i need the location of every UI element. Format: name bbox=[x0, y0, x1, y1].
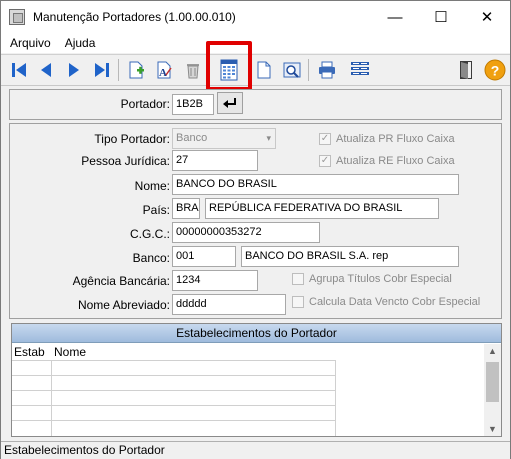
svg-text:?: ? bbox=[491, 63, 500, 79]
window-title: Manutenção Portadores (1.00.00.010) bbox=[33, 10, 236, 24]
tipo-portador-value: Banco bbox=[176, 132, 208, 144]
list-icon bbox=[351, 62, 369, 75]
vertical-scrollbar[interactable]: ▲ ▼ bbox=[484, 344, 501, 436]
title-bar: Manutenção Portadores (1.00.00.010) — ☐ … bbox=[1, 1, 510, 33]
banco-label: Banco: bbox=[132, 251, 170, 265]
toolbar-separator bbox=[308, 59, 309, 81]
exit-button[interactable] bbox=[454, 58, 478, 82]
grid-title: Estabelecimentos do Portador bbox=[12, 324, 501, 343]
calcula-checkbox[interactable]: Calcula Data Vencto Cobr Especial bbox=[292, 296, 480, 308]
nome-abreviado-field[interactable]: ddddd bbox=[172, 294, 286, 315]
scroll-up-icon[interactable]: ▲ bbox=[484, 344, 501, 359]
column-header-nome[interactable]: Nome bbox=[54, 345, 86, 359]
new-document-icon bbox=[129, 61, 144, 79]
banco-code-field[interactable]: 001 bbox=[172, 246, 236, 267]
enter-arrow-icon bbox=[223, 98, 236, 108]
banco-name-field[interactable]: BANCO DO BRASIL S.A. rep bbox=[241, 246, 459, 267]
agencia-field[interactable]: 1234 bbox=[172, 270, 258, 291]
calcula-label: Calcula Data Vencto Cobr Especial bbox=[309, 296, 481, 308]
atualiza-pr-checkbox[interactable]: ✓ Atualiza PR Fluxo Caixa bbox=[319, 133, 455, 145]
calendar-grid-button[interactable] bbox=[217, 58, 241, 82]
tipo-portador-label: Tipo Portador: bbox=[94, 132, 170, 146]
last-record-icon bbox=[95, 63, 109, 77]
last-record-button[interactable] bbox=[90, 58, 114, 82]
scroll-down-icon[interactable]: ▼ bbox=[484, 422, 501, 436]
pessoa-juridica-label: Pessoa Jurídica: bbox=[81, 154, 170, 168]
table-row[interactable] bbox=[12, 375, 335, 390]
agrupa-label: Agrupa Títulos Cobr Especial bbox=[309, 273, 452, 285]
main-window: Manutenção Portadores (1.00.00.010) — ☐ … bbox=[0, 0, 511, 459]
close-button[interactable]: ✕ bbox=[464, 1, 510, 33]
toolbar: A ? bbox=[1, 54, 510, 86]
pessoa-juridica-field[interactable]: 27 bbox=[172, 150, 258, 171]
chevron-down-icon: ▾ bbox=[266, 133, 271, 143]
portador-panel: Portador: 1B2B bbox=[9, 89, 502, 120]
table-row[interactable] bbox=[12, 405, 335, 420]
edit-text-icon: A bbox=[157, 61, 172, 79]
calendar-grid-icon bbox=[220, 59, 238, 81]
help-button[interactable]: ? bbox=[483, 58, 507, 82]
agencia-label: Agência Bancária: bbox=[72, 274, 170, 288]
cgc-label: C.G.C.: bbox=[129, 227, 170, 241]
menu-bar: Arquivo Ajuda bbox=[1, 33, 510, 53]
preview-button[interactable] bbox=[280, 58, 304, 82]
agrupa-checkbox[interactable]: Agrupa Títulos Cobr Especial bbox=[292, 273, 452, 285]
first-record-icon bbox=[12, 63, 26, 77]
door-exit-icon bbox=[460, 61, 472, 79]
next-record-icon bbox=[69, 63, 79, 77]
list-view-button[interactable] bbox=[348, 58, 372, 82]
printer-icon bbox=[319, 61, 335, 79]
menu-arquivo[interactable]: Arquivo bbox=[3, 36, 58, 50]
tipo-portador-select[interactable]: Banco ▾ bbox=[172, 128, 276, 149]
nome-field[interactable]: BANCO DO BRASIL bbox=[172, 174, 459, 195]
estabelecimentos-grid[interactable]: Estabelecimentos do Portador Estab Nome … bbox=[11, 323, 502, 437]
svg-text:A: A bbox=[159, 67, 167, 79]
scroll-thumb[interactable] bbox=[486, 362, 499, 402]
previous-record-button[interactable] bbox=[34, 58, 58, 82]
pais-name-field[interactable]: REPÚBLICA FEDERATIVA DO BRASIL bbox=[205, 198, 439, 219]
minimize-button[interactable]: — bbox=[372, 1, 418, 33]
checkmark-icon: ✓ bbox=[319, 133, 331, 145]
toolbar-separator bbox=[209, 59, 210, 81]
atualiza-re-label: Atualiza RE Fluxo Caixa bbox=[336, 155, 455, 167]
empty-checkbox-icon bbox=[292, 273, 304, 285]
maximize-button[interactable]: ☐ bbox=[418, 1, 464, 33]
nome-abreviado-label: Nome Abreviado: bbox=[77, 298, 170, 312]
column-header-estab[interactable]: Estab bbox=[14, 345, 45, 359]
document-icon bbox=[257, 61, 271, 79]
table-row[interactable] bbox=[12, 420, 335, 435]
form-panel: Tipo Portador: Banco ▾ ✓ Atualiza PR Flu… bbox=[9, 123, 502, 319]
column-divider bbox=[335, 360, 336, 436]
atualiza-re-checkbox[interactable]: ✓ Atualiza RE Fluxo Caixa bbox=[319, 155, 455, 167]
portador-label: Portador: bbox=[120, 97, 170, 111]
first-record-button[interactable] bbox=[7, 58, 31, 82]
pais-code-field[interactable]: BRA bbox=[172, 198, 200, 219]
empty-checkbox-icon bbox=[292, 296, 304, 308]
table-row[interactable] bbox=[12, 360, 335, 375]
menu-ajuda[interactable]: Ajuda bbox=[58, 36, 103, 50]
pais-label: País: bbox=[142, 203, 170, 217]
trash-icon bbox=[187, 64, 199, 79]
print-button[interactable] bbox=[315, 58, 339, 82]
preview-icon bbox=[283, 62, 301, 78]
blank-document-button[interactable] bbox=[252, 58, 276, 82]
status-bar: Estabelecimentos do Portador bbox=[1, 441, 510, 459]
checkmark-icon: ✓ bbox=[319, 155, 331, 167]
portador-field[interactable]: 1B2B bbox=[172, 94, 214, 115]
app-icon bbox=[9, 9, 25, 25]
help-icon: ? bbox=[484, 59, 506, 81]
table-row[interactable] bbox=[12, 390, 335, 405]
next-record-button[interactable] bbox=[62, 58, 86, 82]
delete-record-button[interactable] bbox=[181, 58, 205, 82]
toolbar-separator bbox=[118, 59, 119, 81]
nome-label: Nome: bbox=[134, 179, 170, 193]
enter-button[interactable] bbox=[217, 92, 243, 114]
cgc-field[interactable]: 00000000353272 bbox=[172, 222, 320, 243]
window-controls: — ☐ ✕ bbox=[372, 1, 510, 33]
new-record-button[interactable] bbox=[124, 58, 148, 82]
atualiza-pr-label: Atualiza PR Fluxo Caixa bbox=[336, 133, 455, 145]
grid-header: Estab Nome bbox=[12, 344, 486, 360]
previous-record-icon bbox=[41, 63, 51, 77]
edit-record-button[interactable]: A bbox=[152, 58, 176, 82]
